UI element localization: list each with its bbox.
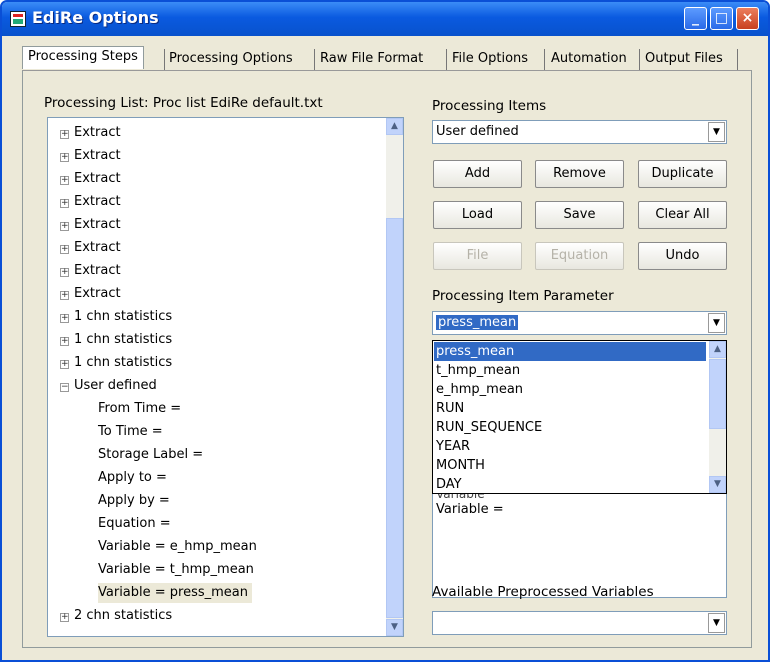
dropdown-option[interactable]: RUN_SEQUENCE xyxy=(434,418,706,437)
tree-node-open[interactable]: User defined xyxy=(74,376,157,396)
tree-child[interactable]: Variable = press_mean xyxy=(98,583,253,603)
dropdown-option[interactable]: DAY xyxy=(434,475,706,493)
save-button[interactable]: Save xyxy=(535,201,624,229)
tab-output-files[interactable]: Output Files xyxy=(645,49,723,69)
expand-icon[interactable]: + xyxy=(60,245,69,254)
dropdown-option[interactable]: t_hmp_mean xyxy=(434,361,706,380)
tree-child[interactable]: Apply by = xyxy=(98,491,170,511)
available-vars-select[interactable]: ▼ xyxy=(432,611,727,635)
dropdown-option[interactable]: e_hmp_mean xyxy=(434,380,706,399)
window-title: EdiRe Options xyxy=(32,8,159,27)
expand-icon[interactable]: + xyxy=(60,199,69,208)
expand-icon[interactable]: + xyxy=(60,268,69,277)
param-select[interactable]: press_mean ▼ xyxy=(432,311,727,335)
minimize-button[interactable]: _ xyxy=(684,7,707,30)
tree-node[interactable]: Extract xyxy=(74,123,121,143)
chevron-down-icon[interactable]: ▼ xyxy=(708,122,725,142)
expand-icon[interactable]: + xyxy=(60,314,69,323)
expand-icon[interactable]: + xyxy=(60,222,69,231)
scroll-thumb[interactable] xyxy=(709,359,726,429)
clear-all-button[interactable]: Clear All xyxy=(638,201,727,229)
title-bar: EdiRe Options _ □ × xyxy=(2,2,768,36)
tree-child[interactable]: Apply to = xyxy=(98,468,167,488)
processing-list-label: Processing List: Proc list EdiRe default… xyxy=(44,95,323,111)
load-button[interactable]: Load xyxy=(433,201,522,229)
tree-child[interactable]: Variable = t_hmp_mean xyxy=(98,560,254,580)
expand-icon[interactable]: + xyxy=(60,337,69,346)
param-label: Processing Item Parameter xyxy=(432,288,614,304)
chevron-down-icon[interactable]: ▼ xyxy=(708,613,725,633)
tree-node[interactable]: 1 chn statistics xyxy=(74,330,172,350)
expand-icon[interactable]: + xyxy=(60,130,69,139)
maximize-button[interactable]: □ xyxy=(710,7,733,30)
available-vars-label: Available Preprocessed Variables xyxy=(432,584,654,600)
remove-button[interactable]: Remove xyxy=(535,160,624,188)
expand-icon[interactable]: + xyxy=(60,613,69,622)
file-button[interactable]: File xyxy=(433,242,522,270)
scroll-down-icon[interactable]: ▼ xyxy=(709,476,726,493)
dropdown-option[interactable]: YEAR xyxy=(434,437,706,456)
processing-items-label: Processing Items xyxy=(432,98,547,114)
tree-node[interactable]: Extract xyxy=(74,169,121,189)
scroll-down-icon[interactable]: ▼ xyxy=(386,619,403,636)
tree-node[interactable]: Extract xyxy=(74,238,121,258)
tree-child[interactable]: Variable = e_hmp_mean xyxy=(98,537,257,557)
dropdown-scrollbar[interactable]: ▲ ▼ xyxy=(709,341,726,493)
tree-node[interactable]: Extract xyxy=(74,261,121,281)
tree-scrollbar[interactable]: ▲ ▼ xyxy=(386,118,403,636)
tree-child[interactable]: Equation = xyxy=(98,514,171,534)
scroll-up-icon[interactable]: ▲ xyxy=(386,118,403,135)
processing-items-select[interactable]: User defined ▼ xyxy=(432,120,727,144)
tree-child[interactable]: Storage Label = xyxy=(98,445,203,465)
tree-node[interactable]: 1 chn statistics xyxy=(74,307,172,327)
tab-file-options[interactable]: File Options xyxy=(452,49,528,69)
tree-node[interactable]: Extract xyxy=(74,146,121,166)
collapse-icon[interactable]: − xyxy=(60,383,69,392)
tree-node[interactable]: Extract xyxy=(74,192,121,212)
tab-processing-steps[interactable]: Processing Steps xyxy=(22,46,144,69)
expand-icon[interactable]: + xyxy=(60,360,69,369)
tab-processing-options[interactable]: Processing Options xyxy=(169,49,293,69)
tree-node[interactable]: 1 chn statistics xyxy=(74,353,172,373)
scroll-up-icon[interactable]: ▲ xyxy=(709,341,726,358)
expand-icon[interactable]: + xyxy=(60,176,69,185)
param-dropdown-list: press_mean t_hmp_mean e_hmp_mean RUN RUN_SEQ… xyxy=(432,340,727,494)
duplicate-button[interactable]: Duplicate xyxy=(638,160,727,188)
equation-button[interactable]: Equation xyxy=(535,242,624,270)
add-button[interactable]: Add xyxy=(433,160,522,188)
tree-node[interactable]: Extract xyxy=(74,215,121,235)
app-window: EdiRe Options _ □ × Processing Steps Pro… xyxy=(0,0,770,662)
tree-child[interactable]: To Time = xyxy=(98,422,163,442)
tree-node[interactable]: 2 chn statistics xyxy=(74,606,172,626)
app-icon xyxy=(10,11,26,27)
scroll-thumb[interactable] xyxy=(386,218,403,618)
processing-tree: + Extract + Extract + Extract + Extract + Extract… xyxy=(47,117,404,637)
dropdown-option[interactable]: RUN xyxy=(434,399,706,418)
param-value: press_mean xyxy=(436,315,519,330)
tree-node[interactable]: Extract xyxy=(74,284,121,304)
tree-child[interactable]: From Time = xyxy=(98,399,181,419)
tab-raw-file-format[interactable]: Raw File Format xyxy=(320,49,423,69)
dropdown-option[interactable]: press_mean xyxy=(434,342,706,361)
processing-items-value: User defined xyxy=(436,124,519,139)
tab-automation[interactable]: Automation xyxy=(551,49,627,69)
expand-icon[interactable]: + xyxy=(60,291,69,300)
expand-icon[interactable]: + xyxy=(60,153,69,162)
param-list-item[interactable]: Variable = xyxy=(436,500,504,520)
dropdown-option[interactable]: MONTH xyxy=(434,456,706,475)
undo-button[interactable]: Undo xyxy=(638,242,727,270)
close-button[interactable]: × xyxy=(736,7,759,30)
parameter-list: Variable Variable = xyxy=(432,487,727,598)
chevron-down-icon[interactable]: ▼ xyxy=(708,313,725,333)
